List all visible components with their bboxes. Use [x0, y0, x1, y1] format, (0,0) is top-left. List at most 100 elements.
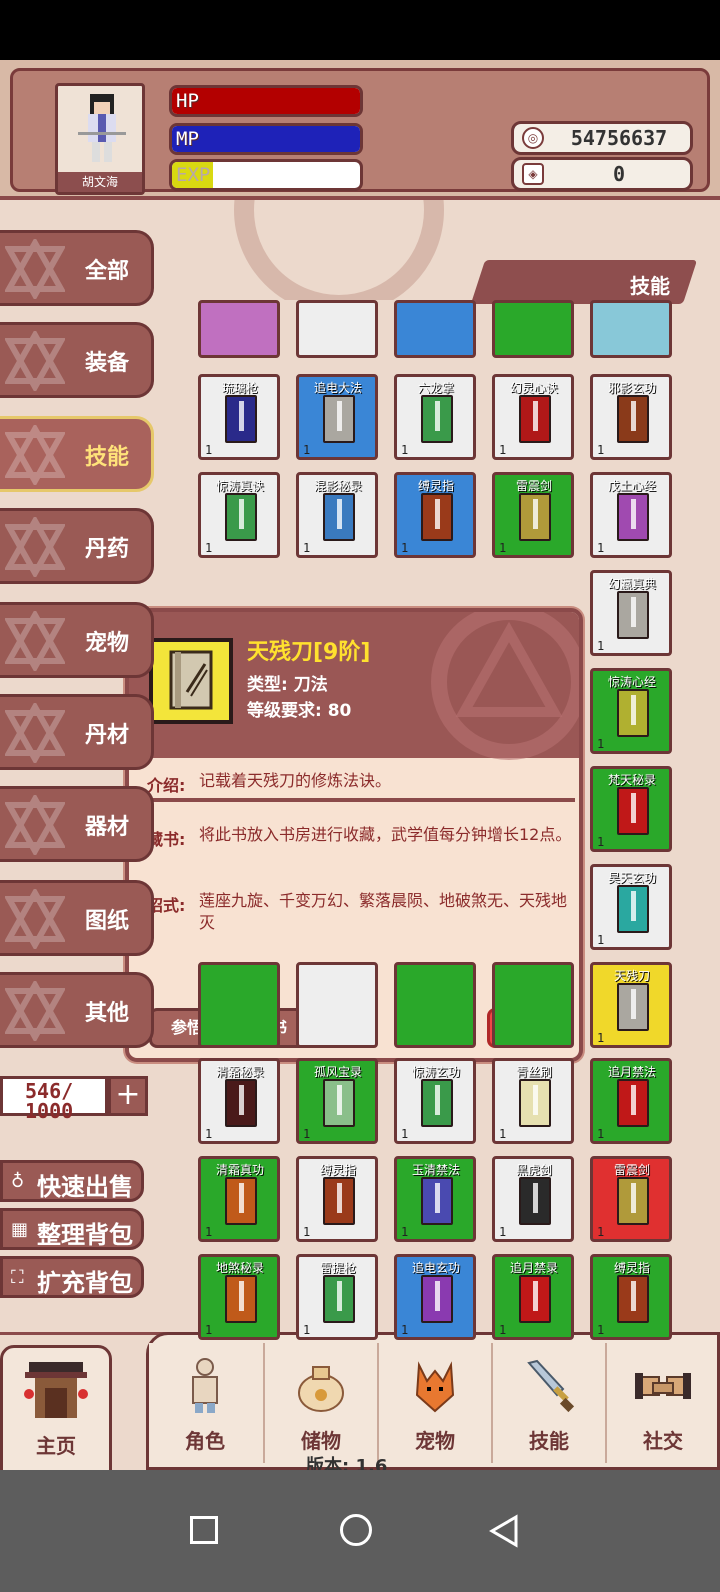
recent-apps-icon[interactable] — [190, 1516, 218, 1544]
nav-home[interactable]: 主页 — [0, 1345, 112, 1470]
skill-book-slot[interactable]: 缚灵指 1 — [296, 1156, 378, 1242]
category-tab[interactable]: 图纸 — [0, 880, 154, 956]
category-tab-label: 图纸 — [84, 909, 129, 934]
skill-book-slot[interactable]: 昊天玄功 1 — [590, 864, 672, 950]
bag-action-button[interactable]: ♁ 快速出售 — [0, 1160, 144, 1202]
expand-icon: ⛶ — [11, 1267, 24, 1288]
skill-book-slot[interactable]: 追电玄功 1 — [394, 1254, 476, 1340]
skill-book-slot[interactable] — [492, 300, 574, 358]
status-bar — [0, 0, 720, 60]
emblem-decoration-icon — [234, 200, 444, 300]
nav-item[interactable]: 宠物 — [377, 1343, 489, 1463]
skill-book-slot[interactable]: 惊涛真诀 1 — [198, 472, 280, 558]
skill-book-qty: 1 — [401, 541, 409, 555]
book-icon — [617, 1275, 649, 1323]
category-tab[interactable]: 技能 — [0, 416, 154, 492]
expand-capacity-button[interactable]: + — [108, 1076, 148, 1116]
category-tab[interactable]: 其他 — [0, 972, 154, 1048]
skill-book-slot[interactable] — [590, 300, 672, 358]
book-icon — [617, 493, 649, 541]
skill-book-slot[interactable]: 追月禁录 1 — [492, 1254, 574, 1340]
back-icon[interactable] — [488, 1514, 520, 1548]
skill-book-name: 混影秘录 — [313, 479, 362, 493]
skill-book-slot[interactable]: 幻灵心诀 1 — [492, 374, 574, 460]
skill-book-slot[interactable]: 地煞秘录 1 — [198, 1254, 280, 1340]
bag-action-label: 快速出售 — [37, 1173, 133, 1201]
category-tab[interactable]: 装备 — [0, 322, 154, 398]
nav-item[interactable]: 储物 — [263, 1343, 375, 1463]
book-bookmark — [239, 499, 244, 529]
nav-item[interactable]: 技能 — [491, 1343, 603, 1463]
skill-book-slot[interactable]: 追月禁法 1 — [590, 1058, 672, 1144]
skill-book-qty: 1 — [499, 443, 507, 457]
exp-label: EXP — [176, 164, 211, 186]
category-tab[interactable]: 器材 — [0, 786, 154, 862]
category-tab[interactable]: 丹材 — [0, 694, 154, 770]
book-icon — [225, 1275, 257, 1323]
category-tab[interactable]: 全部 — [0, 230, 154, 306]
book-bookmark — [435, 1281, 440, 1311]
book-bookmark — [631, 1085, 636, 1115]
book-icon — [519, 1079, 551, 1127]
book-icon — [617, 983, 649, 1031]
skill-book-slot[interactable]: 清霜秘录 1 — [198, 1058, 280, 1144]
skill-book-slot[interactable]: 混影秘录 1 — [296, 472, 378, 558]
skill-book-slot[interactable] — [198, 300, 280, 358]
skill-book-slot[interactable]: 孤风宝录 1 — [296, 1058, 378, 1144]
skill-book-slot[interactable]: 琉璃枪 1 — [198, 374, 280, 460]
skill-book-slot[interactable]: 缚灵指 1 — [394, 472, 476, 558]
skill-book-slot[interactable]: 青丝刷 1 — [492, 1058, 574, 1144]
grid-icon: ▦ — [11, 1219, 29, 1240]
skill-book-name: 惊涛玄功 — [411, 1065, 460, 1079]
avatar[interactable]: 胡文海 — [55, 83, 145, 195]
bag-action-button[interactable]: ▦ 整理背包 — [0, 1208, 144, 1250]
skill-book-slot[interactable]: 惊涛玄功 1 — [394, 1058, 476, 1144]
skill-book-slot[interactable]: 雷提枪 1 — [296, 1254, 378, 1340]
skill-book-slot[interactable] — [394, 300, 476, 358]
skill-book-slot[interactable]: 黑虎剑 1 — [492, 1156, 574, 1242]
bag-action-button[interactable]: ⛶ 扩充背包 — [0, 1256, 144, 1298]
skill-book-qty: 1 — [499, 1127, 507, 1141]
home-icon[interactable] — [340, 1514, 372, 1546]
skill-book-slot[interactable]: 天残刀 1 — [590, 962, 672, 1048]
nav-item[interactable]: 社交 — [605, 1343, 717, 1463]
skill-book-slot[interactable]: 清霜真功 1 — [198, 1156, 280, 1242]
skill-book-slot[interactable]: 玉清禁法 1 — [394, 1156, 476, 1242]
nav-item[interactable]: 角色 — [149, 1343, 261, 1463]
skill-book-slot[interactable] — [198, 962, 280, 1048]
book-bookmark — [533, 1281, 538, 1311]
skill-book-qty: 1 — [597, 1323, 605, 1337]
skill-book-name: 追月禁录 — [509, 1261, 558, 1275]
skill-book-slot[interactable]: 追电大法 1 — [296, 374, 378, 460]
book-icon — [519, 1177, 551, 1225]
skill-book-name: 追月禁法 — [607, 1065, 656, 1079]
skill-book-slot[interactable]: 雷震剑 1 — [590, 1156, 672, 1242]
bag-capacity: 546/ 1000 — [0, 1076, 108, 1121]
skill-book-slot[interactable] — [394, 962, 476, 1048]
skill-book-slot[interactable] — [492, 962, 574, 1048]
bag-action-label: 扩充背包 — [37, 1269, 133, 1297]
category-tab-label: 器材 — [84, 815, 129, 840]
skill-book-slot[interactable]: 幻瀛真典 1 — [590, 570, 672, 656]
skill-book-slot[interactable] — [296, 962, 378, 1048]
skill-book-qty: 1 — [499, 541, 507, 555]
skill-book-slot[interactable]: 梵天秘录 1 — [590, 766, 672, 852]
home-gate-icon — [24, 1362, 88, 1418]
storage-bag-icon — [298, 1366, 344, 1412]
category-tab[interactable]: 宠物 — [0, 602, 154, 678]
skill-book-slot[interactable]: 惊涛心经 1 — [590, 668, 672, 754]
skill-book-slot[interactable] — [296, 300, 378, 358]
skill-book-slot[interactable]: 缚灵指 1 — [590, 1254, 672, 1340]
skill-book-slot[interactable]: 雷震剑 1 — [492, 472, 574, 558]
category-tab-label: 其他 — [84, 1001, 129, 1026]
category-tab-label: 丹材 — [84, 723, 129, 748]
skill-book-slot[interactable]: 邪影玄功 1 — [590, 374, 672, 460]
book-bookmark — [337, 1183, 342, 1213]
item-title: 天残刀[9阶] — [247, 640, 371, 665]
book-bookmark — [239, 401, 244, 431]
mp-bar-fill — [172, 126, 360, 152]
skill-book-slot[interactable]: 戊土心经 1 — [590, 472, 672, 558]
skill-book-slot[interactable]: 六龙掌 1 — [394, 374, 476, 460]
item-type: 类型: 刀法 — [247, 675, 328, 695]
category-tab[interactable]: 丹药 — [0, 508, 154, 584]
